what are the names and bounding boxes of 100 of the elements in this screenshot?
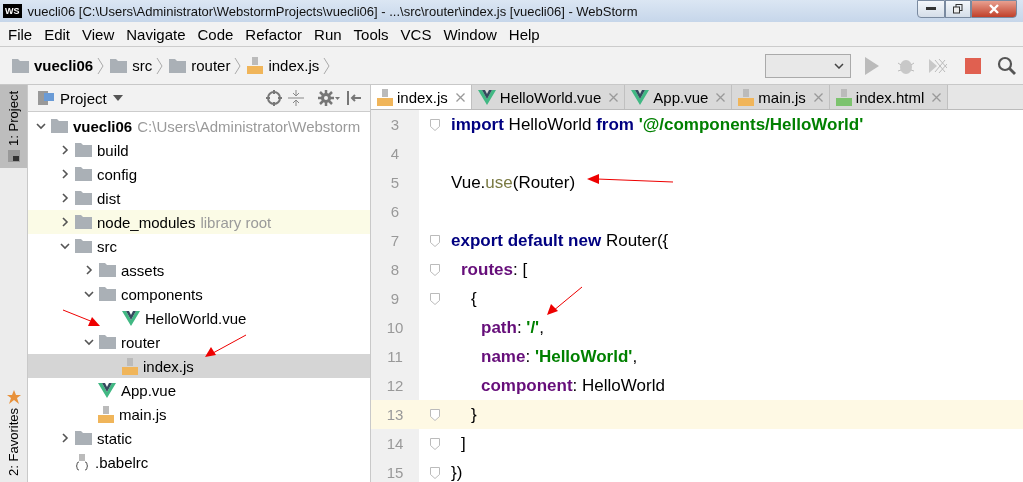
code-line: Vue.use(Router) [451,172,576,193]
editor-tab[interactable]: HelloWorld.vue [471,85,626,109]
file-icon [122,357,138,375]
file-icon [835,88,852,106]
chevron-down-icon[interactable] [84,337,94,347]
chevron-down-icon[interactable] [60,241,70,251]
line-number: 8 [371,255,419,284]
chevron-right-icon[interactable] [60,193,70,203]
minimize-icon [926,7,936,11]
breadcrumb[interactable]: index.js [247,57,320,74]
menu-item[interactable]: View [76,25,121,43]
chevron-right-icon[interactable] [60,217,70,227]
menu-item[interactable]: Help [502,25,546,43]
chevron-right-icon [97,56,105,75]
tree-item[interactable]: .babelrc [28,450,370,474]
tree-item[interactable]: index.js [28,354,370,378]
folder-icon [110,58,128,73]
v-logo-icon [631,89,650,105]
code-line: import HelloWorld from '@/components/HelloWorld' [451,114,864,135]
tree-item[interactable]: assets [28,258,370,282]
menu-item[interactable]: Window [437,25,503,43]
window-title: vuecli06 [C:\Users\Administrator\WebstormProjects\vuecli06] - ...\src\router\index.js [vuecli06] - WebStorm [27,3,639,19]
chevron-down-icon[interactable] [84,289,94,299]
line-number: 9 [371,284,419,313]
run-config-dropdown[interactable] [765,53,851,78]
breadcrumb[interactable]: router [169,57,231,74]
chevron-right-icon[interactable] [60,433,70,443]
file-icon [377,88,393,106]
chevron-right-icon [323,56,331,75]
editor-tab[interactable]: index.html [829,85,949,109]
panel-icon [7,149,20,162]
line-number: 12 [371,371,419,400]
tree-item[interactable]: main.js [28,402,370,426]
code-line: }) [451,462,463,482]
chevron-right-icon [234,56,242,75]
menu-item[interactable]: Edit [38,25,77,43]
arrow-drawing [63,309,101,327]
collapse-icon[interactable] [288,90,304,106]
panel-title[interactable]: Project [60,89,107,107]
folder-icon [75,143,92,157]
chevron-right-icon[interactable] [84,265,94,275]
caret-icon[interactable] [112,95,123,101]
line-number: 15 [371,458,419,482]
tree-item[interactable]: components [28,282,370,306]
menu-item[interactable]: Run [308,25,348,43]
line-number: 6 [371,197,419,226]
close-icon[interactable] [609,92,619,102]
editor-tab[interactable]: App.vue [625,85,733,109]
tree-item[interactable]: src [28,234,370,258]
tree-item[interactable]: HelloWorld.vue [28,306,370,330]
menu-item[interactable]: VCS [394,25,438,43]
close-icon[interactable] [932,92,942,102]
folder-icon [51,119,68,133]
line-number: 7 [371,226,419,255]
folder-icon [169,58,187,73]
arrow-drawing [547,286,583,316]
menu-item[interactable]: Navigate [120,25,192,43]
editor-tab[interactable]: main.js [732,85,830,109]
line-number: 5 [371,168,419,197]
line-number: 3 [371,110,419,139]
folder-icon [99,335,116,349]
menu-item[interactable]: Tools [347,25,395,43]
stop-icon[interactable] [965,57,981,74]
minimize-button[interactable] [917,0,945,18]
tree-item[interactable]: App.vue [28,378,370,402]
close-icon[interactable] [813,92,823,102]
crosshair-icon[interactable] [266,90,282,106]
breadcrumb[interactable]: src [110,57,153,74]
code-line: name: 'HelloWorld', [481,346,638,367]
hide-panel-icon[interactable] [346,90,362,106]
line-number: 11 [371,342,419,371]
editor-tab[interactable]: index.js [371,85,472,109]
close-icon[interactable] [455,92,465,102]
project-icon [38,91,54,105]
tree-item[interactable]: dist [28,186,370,210]
breadcrumb[interactable]: vuecli06 [12,57,94,74]
menu-item[interactable]: File [2,25,39,43]
tree-item[interactable]: build [28,138,370,162]
menu-item[interactable]: Refactor [239,25,309,43]
tree-item[interactable]: vuecli06 C:\Users\Administrator\Webstorm [28,114,370,138]
folder-icon [75,191,92,205]
line-number: 14 [371,429,419,458]
close-button[interactable] [971,0,1017,18]
search-icon[interactable] [997,55,1017,76]
chevron-right-icon[interactable] [60,145,70,155]
v-logo-icon [98,382,116,398]
folder-icon [75,215,92,229]
arrow-drawing [205,334,247,358]
tool-window-tab[interactable]: 2: Favorites [0,384,27,482]
tree-item[interactable]: static [28,426,370,450]
tree-item[interactable]: config [28,162,370,186]
tool-window-tab[interactable]: 1: Project [0,85,27,168]
settings-icon[interactable] [318,90,340,106]
restore-button[interactable] [945,0,971,18]
menu-item[interactable]: Code [191,25,240,43]
close-icon[interactable] [716,92,726,102]
tree-item[interactable]: router [28,330,370,354]
chevron-down-icon[interactable] [36,121,46,131]
tree-item[interactable]: node_modules library root [28,210,370,234]
chevron-right-icon[interactable] [60,169,70,179]
